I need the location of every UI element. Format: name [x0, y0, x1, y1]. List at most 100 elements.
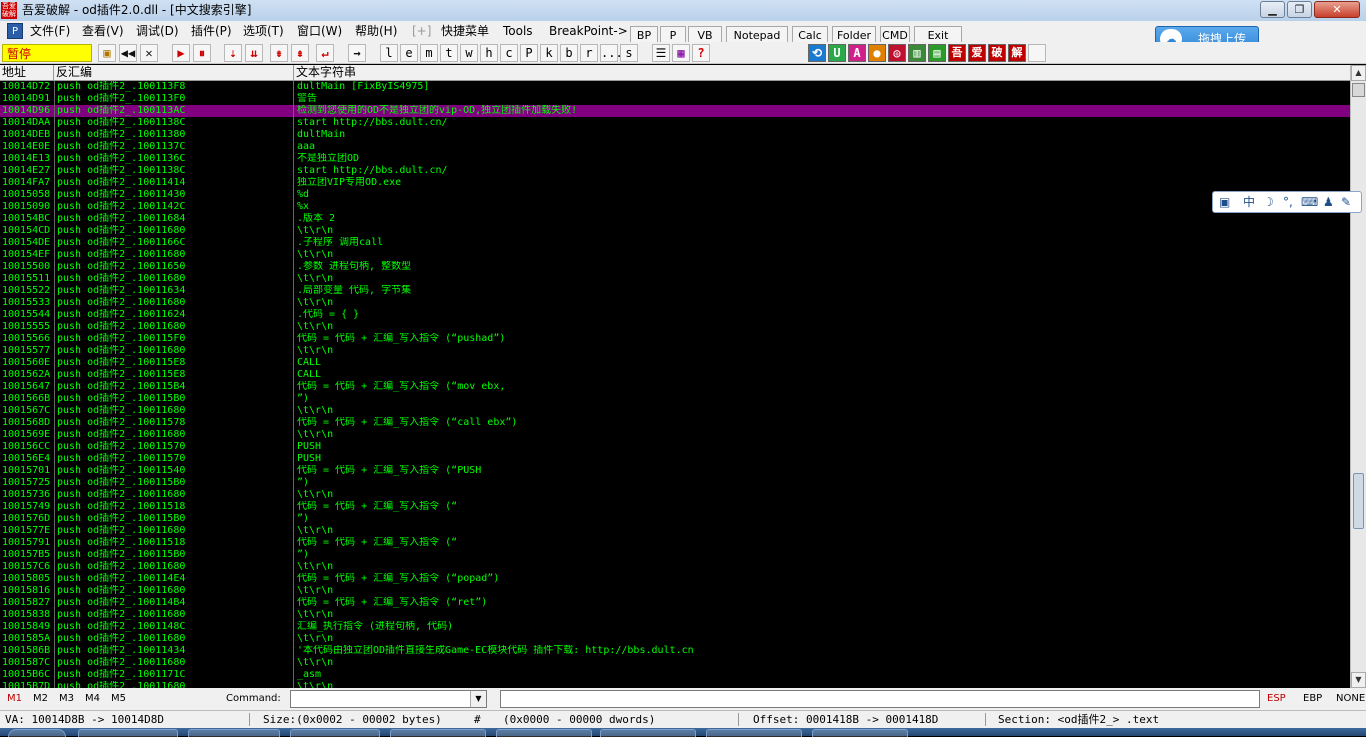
table-row[interactable]: 10015511 push od插件2_.10011680 \t\r\n — [0, 273, 1350, 285]
table-row[interactable]: 100154BC push od插件2_.10011684 .版本 2 — [0, 213, 1350, 225]
table-row[interactable]: 10015701 push od插件2_.10011540 代码 = 代码 + 汇编… — [0, 465, 1350, 477]
grid-icon[interactable]: ▦ — [672, 44, 690, 62]
table-row[interactable]: 10014D72 push od插件2_.100113F8 dultMain [Fi… — [0, 81, 1350, 93]
table-row[interactable]: 10015827 push od插件2_.100114B4 代码 = 代码 + 汇编… — [0, 597, 1350, 609]
toolbar-b-button[interactable]: b — [560, 44, 578, 62]
table-row[interactable]: 10015522 push od插件2_.10011634 .局部变量 代码, 字节… — [0, 285, 1350, 297]
table-row[interactable]: 10015555 push od插件2_.10011680 \t\r\n — [0, 321, 1350, 333]
table-row[interactable]: 10015533 push od插件2_.10011680 \t\r\n — [0, 297, 1350, 309]
toolbar-p-button[interactable]: P — [520, 44, 538, 62]
ime-halfwidth-icon[interactable]: ☽ — [1263, 192, 1274, 212]
ime-chinese-icon[interactable]: 中 — [1243, 192, 1255, 212]
table-row[interactable]: 10015B6C push od插件2_.1001171C _asm — [0, 669, 1350, 681]
table-row[interactable]: 10014E13 push od插件2_.1001136C 不是独立团OD — [0, 153, 1350, 165]
table-row[interactable]: 10014E27 push od插件2_.1001138C start http:/… — [0, 165, 1350, 177]
open-icon[interactable]: ▣ — [98, 44, 116, 62]
toolbar-k-button[interactable]: k — [540, 44, 558, 62]
toolbar-s-button[interactable]: s — [620, 44, 638, 62]
menu-window[interactable]: 窗口(W) — [297, 21, 342, 42]
memory-tab-m4[interactable]: M4 — [85, 688, 100, 710]
table-row[interactable]: 100154EF push od插件2_.10011680 \t\r\n — [0, 249, 1350, 261]
chip-icon[interactable]: ▥ — [908, 44, 926, 62]
table-row[interactable]: 10014DAA push od插件2_.1001138C start http:/… — [0, 117, 1350, 129]
scroll-down-icon[interactable]: ▼ — [1351, 672, 1366, 688]
column-disasm[interactable]: 反汇编 — [54, 65, 294, 81]
menu-view[interactable]: 查看(V) — [82, 21, 124, 42]
window-icon[interactable]: ▤ — [928, 44, 946, 62]
pause-icon[interactable]: ⏸ — [193, 44, 211, 62]
table-row[interactable]: 10015816 push od插件2_.10011680 \t\r\n — [0, 585, 1350, 597]
table-row[interactable]: 10014D96 push od插件2_.100113AC 检测到您使用的OD不是独… — [0, 105, 1350, 117]
jie-icon[interactable]: 解 — [1008, 44, 1026, 62]
menu-quick[interactable]: 快捷菜单 — [441, 21, 489, 42]
toolbar-w-button[interactable]: w — [460, 44, 478, 62]
table-row[interactable]: 1001562A push od插件2_.100115E8 CALL — [0, 369, 1350, 381]
menu-breakpoint[interactable]: BreakPoint-> — [549, 21, 628, 42]
system-menu-icon[interactable]: P — [7, 23, 23, 39]
string-list[interactable]: 10014D72 push od插件2_.100113F8 dultMain [Fi… — [0, 81, 1350, 688]
ai-icon[interactable]: 爱 — [968, 44, 986, 62]
toolbar-h-button[interactable]: h — [480, 44, 498, 62]
toolbar-dots-button[interactable]: ... — [600, 44, 623, 62]
menu-tools[interactable]: Tools — [503, 21, 533, 42]
table-row[interactable]: 10015736 push od插件2_.10011680 \t\r\n — [0, 489, 1350, 501]
table-row[interactable]: 10015090 push od插件2_.1001142C %x — [0, 201, 1350, 213]
table-row[interactable]: 1001586B push od插件2_.10011434 '本代码由独立团OD插件… — [0, 645, 1350, 657]
goto-icon[interactable]: → — [348, 44, 366, 62]
table-row[interactable]: 10015058 push od插件2_.10011430 %d — [0, 189, 1350, 201]
toolbar-l-button[interactable]: l — [380, 44, 398, 62]
ime-punct-icon[interactable]: °, — [1283, 192, 1293, 212]
table-row[interactable]: 1001569E push od插件2_.10011680 \t\r\n — [0, 429, 1350, 441]
execute-till-return-icon[interactable]: ↵ — [316, 44, 334, 62]
table-row[interactable]: 100156CC push od插件2_.10011570 PUSH — [0, 441, 1350, 453]
column-address[interactable]: 地址 — [0, 65, 54, 81]
table-row[interactable]: 10015B7D push od插件2_.10011680 \t\r\n — [0, 681, 1350, 688]
vertical-scrollbar[interactable]: ▲ ▼ — [1350, 65, 1366, 688]
toolbar-c-button[interactable]: c — [500, 44, 518, 62]
restart-icon[interactable]: ◀◀ — [119, 44, 137, 62]
step-over-icon[interactable]: ⇊ — [245, 44, 263, 62]
scroll-thumb[interactable] — [1352, 83, 1365, 97]
menu-debug[interactable]: 调试(D) — [136, 21, 179, 42]
ascii-icon[interactable]: A — [848, 44, 866, 62]
table-row[interactable]: 100156E4 push od插件2_.10011570 PUSH — [0, 453, 1350, 465]
menu-file[interactable]: 文件(F) — [30, 21, 70, 42]
table-row[interactable]: 10014FA7 push od插件2_.10011414 独立团VIP专用OD.e… — [0, 177, 1350, 189]
toolbar-t-button[interactable]: t — [440, 44, 458, 62]
unicode-icon[interactable]: U — [828, 44, 846, 62]
table-row[interactable]: 1001566B push od插件2_.100115B0 ”) — [0, 393, 1350, 405]
memory-tab-m2[interactable]: M2 — [33, 688, 48, 710]
toolbar-r-button[interactable]: r — [580, 44, 598, 62]
toolbar-m-button[interactable]: m — [420, 44, 438, 62]
table-row[interactable]: 10015577 push od插件2_.10011680 \t\r\n — [0, 345, 1350, 357]
memory-tab-m1[interactable]: M1 — [7, 688, 22, 710]
table-row[interactable]: 1001560E push od插件2_.100115E8 CALL — [0, 357, 1350, 369]
close-button[interactable]: ✕ — [1314, 1, 1360, 18]
register-esp[interactable]: ESP — [1267, 688, 1286, 710]
wu-icon[interactable]: 吾 — [948, 44, 966, 62]
ime-user-icon[interactable]: ♟ — [1323, 192, 1334, 212]
help-icon[interactable]: ? — [692, 44, 710, 62]
record-icon[interactable]: ● — [868, 44, 886, 62]
step-into-icon[interactable]: ⇣ — [224, 44, 242, 62]
table-row[interactable]: 10015838 push od插件2_.10011680 \t\r\n — [0, 609, 1350, 621]
table-row[interactable]: 1001567C push od插件2_.10011680 \t\r\n — [0, 405, 1350, 417]
table-row[interactable]: 100157B5 push od插件2_.100115B0 ”) — [0, 549, 1350, 561]
memory-tab-m3[interactable]: M3 — [59, 688, 74, 710]
table-row[interactable]: 10015849 push od插件2_.1001148C 汇编_执行指令 (进程句… — [0, 621, 1350, 633]
toolbar-e-button[interactable]: e — [400, 44, 418, 62]
register-none[interactable]: NONE — [1336, 688, 1365, 710]
target-icon[interactable]: ◎ — [888, 44, 906, 62]
table-row[interactable]: 1001577E push od插件2_.10011680 \t\r\n — [0, 525, 1350, 537]
list-icon[interactable]: ☰ — [652, 44, 670, 62]
table-row[interactable]: 10015805 push od插件2_.100114E4 代码 = 代码 + 汇编… — [0, 573, 1350, 585]
table-row[interactable]: 10015749 push od插件2_.10011518 代码 = 代码 + 汇编… — [0, 501, 1350, 513]
table-row[interactable]: 10015566 push od插件2_.100115F0 代码 = 代码 + 汇编… — [0, 333, 1350, 345]
ime-keyboard-icon[interactable]: ⌨ — [1301, 192, 1318, 212]
menu-options[interactable]: 选项(T) — [243, 21, 284, 42]
menu-plus[interactable]: [+] — [412, 21, 431, 42]
command-input[interactable] — [290, 690, 487, 708]
column-text[interactable]: 文本字符串 — [294, 65, 1350, 81]
minimize-button[interactable]: ▁ — [1260, 1, 1285, 18]
close-program-icon[interactable]: ✕ — [140, 44, 158, 62]
